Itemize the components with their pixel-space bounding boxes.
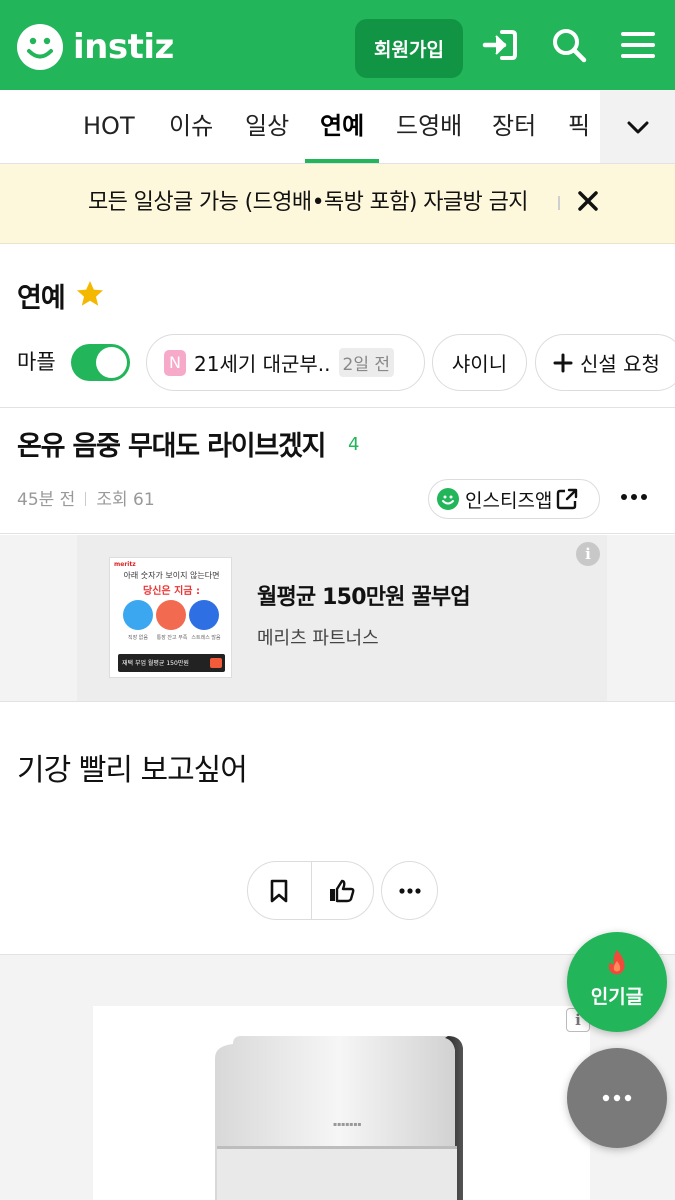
category-tabs: HOT 이슈 일상 연예 드영배 장터 픽 bbox=[0, 90, 675, 164]
search-icon[interactable] bbox=[549, 25, 589, 65]
appliance-image: ▪▪▪▪▪▪▪ bbox=[215, 1036, 463, 1200]
post-meta: 45분 전 조회 61 bbox=[17, 485, 155, 510]
bookmark-button[interactable] bbox=[248, 862, 311, 919]
mapl-toggle[interactable] bbox=[71, 344, 130, 381]
meta-separator bbox=[85, 492, 87, 506]
tab-drama-movie[interactable]: 드영배 bbox=[396, 90, 462, 163]
ad-card[interactable]: meritz 아래 숫자가 보이지 않는다면 당신은 지금 : 직장 없음 통장… bbox=[77, 535, 607, 701]
ad-thumb-circle bbox=[123, 600, 153, 630]
ad-product-image[interactable]: ▪▪▪▪▪▪▪ bbox=[93, 1006, 590, 1200]
post-time: 45분 전 bbox=[17, 490, 76, 510]
new-badge-icon: N bbox=[164, 349, 186, 376]
ad-banner-1[interactable]: meritz 아래 숫자가 보이지 않는다면 당신은 지금 : 직장 없음 통장… bbox=[0, 535, 675, 701]
logo-text: instiz bbox=[73, 27, 174, 67]
bookmark-icon bbox=[270, 879, 288, 902]
ad-thumb-caption: 스트레스 많음 bbox=[191, 635, 221, 641]
fire-icon bbox=[608, 950, 625, 975]
chip-label: 21세기 대군부.. bbox=[194, 352, 331, 376]
notice-text: 모든 일상글 가능 (드영배•독방 포함) 자글방 금지 bbox=[88, 190, 528, 215]
notice-divider bbox=[558, 196, 560, 210]
post-views: 조회 61 bbox=[96, 490, 155, 510]
tab-entertainment[interactable]: 연예 bbox=[320, 90, 364, 163]
subboard-chip-shinee[interactable]: 샤이니 bbox=[432, 334, 527, 391]
star-favorite-icon[interactable] bbox=[75, 279, 105, 313]
ad-thumb-banner: 재택 부업 월평균 150만원 bbox=[118, 654, 225, 672]
ad-thumb-circle bbox=[189, 600, 219, 630]
top-header: instiz 회원가입 bbox=[0, 0, 675, 90]
section-divider bbox=[0, 533, 675, 534]
new-board-request-chip[interactable]: 신설 요청 bbox=[535, 334, 675, 391]
post-body: 기강 빨리 보고싶어 bbox=[17, 753, 248, 788]
tabs-expand-button[interactable] bbox=[600, 90, 675, 163]
active-tab-indicator bbox=[305, 159, 379, 163]
tab-market[interactable]: 장터 bbox=[492, 90, 536, 163]
tab-issue[interactable]: 이슈 bbox=[169, 90, 213, 163]
site-logo[interactable]: instiz bbox=[17, 24, 174, 70]
ad-advertiser: 메리츠 파트너스 bbox=[257, 628, 379, 649]
post-action-group bbox=[247, 861, 374, 920]
login-icon[interactable] bbox=[480, 25, 520, 65]
post-more-icon[interactable] bbox=[620, 486, 648, 512]
like-button[interactable] bbox=[310, 862, 374, 919]
more-actions-button[interactable] bbox=[381, 861, 438, 920]
smiley-logo-icon bbox=[17, 24, 63, 70]
app-button-label: 인스티즈앱 bbox=[465, 489, 553, 512]
ad-thumb-brand: meritz bbox=[114, 561, 136, 568]
ad-thumb-heading: 아래 숫자가 보이지 않는다면 bbox=[123, 571, 220, 580]
section-divider bbox=[0, 407, 675, 408]
more-icon bbox=[602, 1094, 632, 1102]
tab-daily[interactable]: 일상 bbox=[245, 90, 289, 163]
chip-label: 샤이니 bbox=[451, 352, 508, 376]
plus-icon bbox=[553, 353, 573, 372]
thumbs-up-icon bbox=[330, 879, 355, 902]
mapl-label: 마플 bbox=[17, 350, 56, 374]
tab-pick[interactable]: 픽 bbox=[568, 90, 590, 163]
menu-icon[interactable] bbox=[618, 25, 658, 65]
popular-posts-button[interactable]: 인기글 bbox=[567, 932, 667, 1032]
ad-thumb-highlight: 당신은 지금 : bbox=[143, 586, 200, 597]
chip-time-badge: 2일 전 bbox=[338, 348, 395, 377]
open-in-app-button[interactable]: 인스티즈앱 bbox=[428, 479, 600, 519]
ad-info-icon[interactable]: i bbox=[576, 542, 600, 566]
chip-label: 신설 요청 bbox=[580, 352, 660, 376]
comment-count[interactable]: 4 bbox=[348, 434, 359, 455]
external-link-icon bbox=[557, 488, 578, 510]
ad-thumb-banner-text: 재택 부업 월평균 150만원 bbox=[122, 660, 189, 667]
more-icon bbox=[398, 887, 421, 894]
svg-text:▪▪▪▪▪▪▪: ▪▪▪▪▪▪▪ bbox=[333, 1121, 361, 1128]
signup-button[interactable]: 회원가입 bbox=[355, 19, 463, 78]
instiz-smiley-icon bbox=[437, 488, 459, 510]
chevron-down-icon bbox=[627, 121, 648, 134]
post-title: 온유 음중 무대도 라이브겠지 bbox=[17, 431, 326, 462]
board-title: 연예 bbox=[17, 283, 66, 314]
ad-thumb-arrow-icon bbox=[210, 658, 222, 668]
close-icon[interactable] bbox=[575, 188, 601, 218]
popular-posts-label: 인기글 bbox=[590, 986, 644, 1008]
ad-thumbnail: meritz 아래 숫자가 보이지 않는다면 당신은 지금 : 직장 없음 통장… bbox=[109, 557, 232, 678]
ad-thumb-circle bbox=[156, 600, 186, 630]
tab-hot[interactable]: HOT bbox=[83, 90, 135, 163]
notice-banner: 모든 일상글 가능 (드영배•독방 포함) 자글방 금지 bbox=[0, 164, 675, 244]
section-divider bbox=[0, 701, 675, 702]
floating-more-button[interactable] bbox=[567, 1048, 667, 1148]
ad-title: 월평균 150만원 꿀부업 bbox=[257, 585, 471, 610]
toggle-knob bbox=[96, 347, 127, 378]
subboard-chip-21st-century[interactable]: N 21세기 대군부.. 2일 전 bbox=[146, 334, 425, 391]
